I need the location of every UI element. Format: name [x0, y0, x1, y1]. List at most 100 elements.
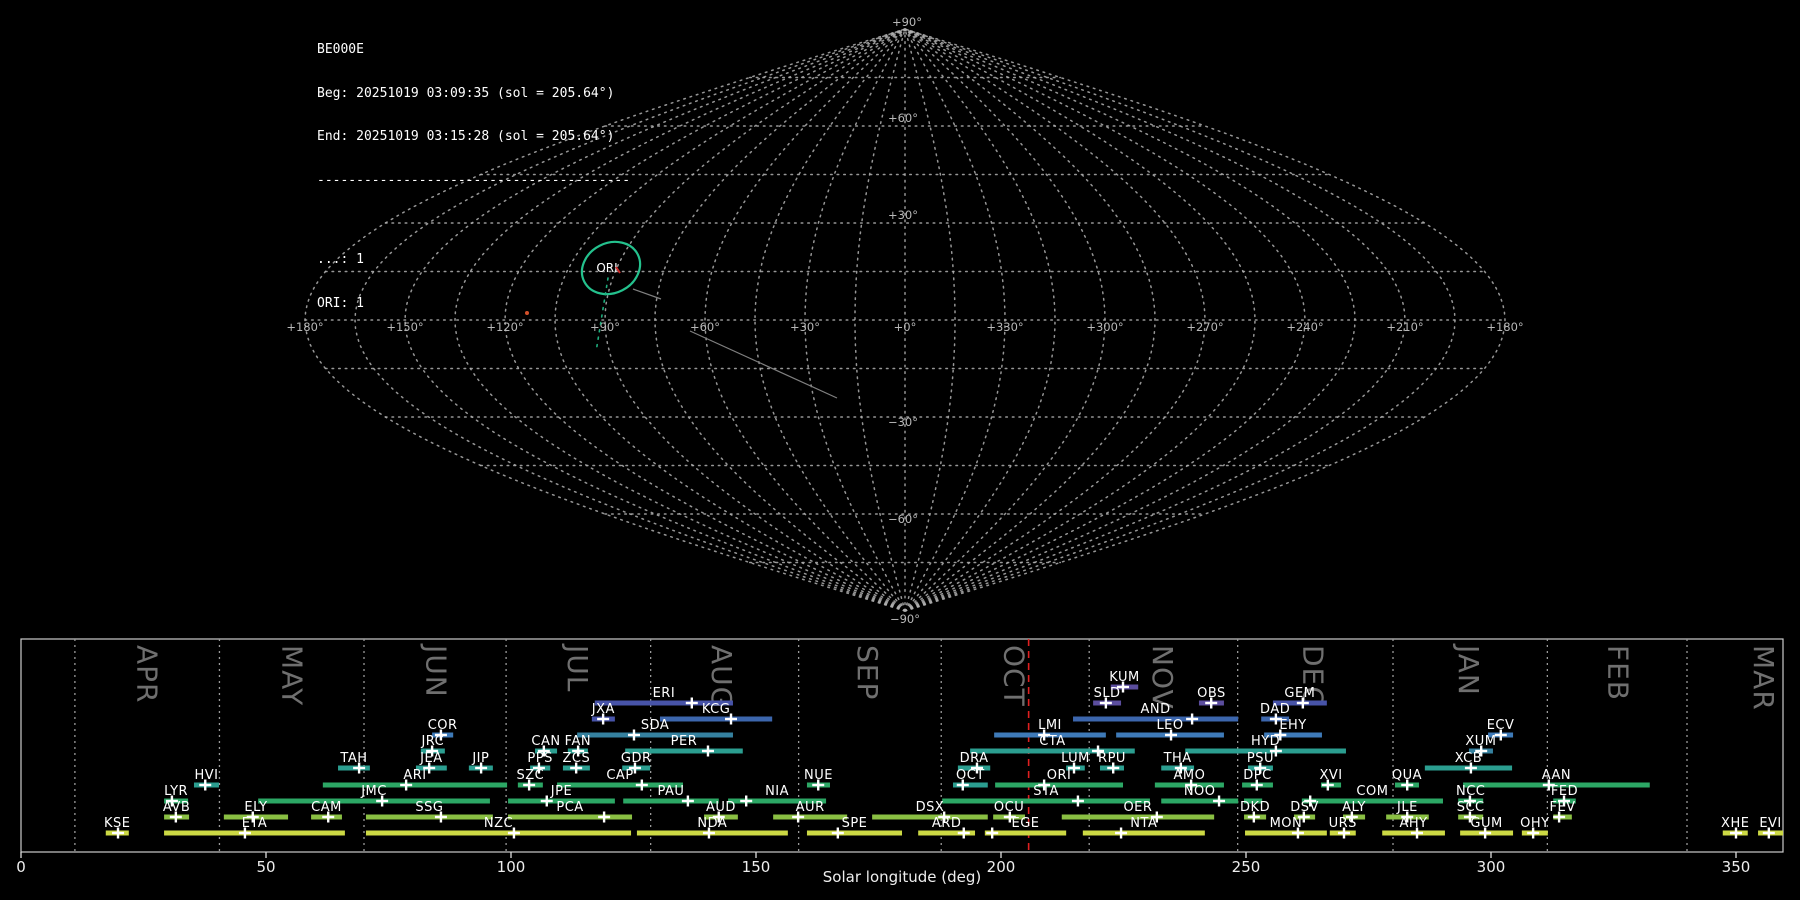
- shower-label-nia: NIA: [765, 784, 789, 799]
- shower-bar-aur: [773, 815, 847, 820]
- shower-label-kum: KUM: [1109, 670, 1139, 685]
- shower-label-pca: PCA: [556, 800, 583, 815]
- month-label-aug: AUG: [705, 645, 738, 709]
- shower-label-sda: SDA: [641, 718, 669, 733]
- shower-label-ohy: OHY: [1520, 816, 1549, 831]
- shower-label-dkd: DKD: [1240, 800, 1270, 815]
- sky-and-timeline-plot: +90°−90°+60°+30°−30°−60°+180°+150°+120°+…: [0, 0, 1800, 900]
- x-tick-label: 150: [742, 858, 771, 876]
- shower-label-szc: SZC: [516, 768, 544, 783]
- shower-label-ege: EGE: [1011, 816, 1039, 831]
- x-tick-label: 50: [256, 858, 275, 876]
- latitude-label: −60°: [888, 512, 918, 526]
- month-label-jul: JUL: [561, 643, 594, 692]
- shower-label-cam: CAM: [311, 800, 342, 815]
- shower-label-lum: LUM: [1061, 751, 1090, 766]
- shower-label-ard: ARD: [932, 816, 961, 831]
- shower-bar-nzc: [366, 831, 631, 836]
- shower-label-aly: ALY: [1342, 800, 1366, 815]
- shower-bar-ari: [323, 783, 507, 788]
- shower-label-pau: PAU: [658, 784, 685, 799]
- shower-bar-ori: [995, 783, 1123, 788]
- shower-label-nzc: NZC: [484, 816, 513, 831]
- shower-label-kcg: KCG: [702, 702, 730, 717]
- shower-label-cor: COR: [428, 718, 458, 733]
- x-tick-label: 350: [1722, 858, 1751, 876]
- shower-label-nta: NTA: [1130, 816, 1157, 831]
- shower-label-tha: THA: [1163, 751, 1192, 766]
- shower-label-spe: SPE: [842, 816, 868, 831]
- shower-label-dra: DRA: [960, 751, 989, 766]
- pole-label-north: +90°: [892, 15, 922, 29]
- longitude-label: +60°: [690, 320, 720, 334]
- shower-label-ely: ELY: [244, 800, 267, 815]
- shower-label-ehy: EHY: [1279, 718, 1306, 733]
- count-sporadic: ...: 1: [317, 253, 630, 268]
- shower-label-jea: JEA: [419, 751, 442, 766]
- shower-bar-mon: [1245, 831, 1327, 836]
- shower-label-aur: AUR: [796, 800, 825, 815]
- shower-label-jpe: JPE: [550, 784, 572, 799]
- shower-label-and: AND: [1141, 702, 1171, 717]
- shower-label-lmi: LMI: [1038, 718, 1062, 733]
- shower-label-aan: AAN: [1542, 768, 1571, 783]
- shower-label-rpu: RPU: [1098, 751, 1126, 766]
- pole-label-south: −90°: [890, 612, 920, 626]
- longitude-label: +180°: [1486, 320, 1523, 334]
- shower-label-com: COM: [1356, 784, 1388, 799]
- shower-label-gum: GUM: [1470, 816, 1502, 831]
- x-axis-title: Solar longitude (deg): [823, 868, 981, 886]
- session-end: End: 20251019 03:15:28 (sol = 205.64°): [317, 130, 630, 145]
- shower-bar-sta: [942, 799, 1150, 804]
- shower-label-xvi: XVI: [1319, 768, 1342, 783]
- shower-label-amo: AMO: [1173, 768, 1205, 783]
- shower-label-pps: PPS: [527, 751, 552, 766]
- x-tick-label: 100: [497, 858, 526, 876]
- latitude-label: +30°: [888, 208, 918, 222]
- shower-label-urs: URS: [1329, 816, 1357, 831]
- shower-label-can: CAN: [531, 734, 560, 749]
- longitude-label: +0°: [894, 320, 917, 334]
- month-label-oct: OCT: [998, 645, 1031, 707]
- shower-label-hvi: HVI: [194, 768, 218, 783]
- shower-bar-eta: [164, 831, 345, 836]
- shower-label-fev: FEV: [1549, 800, 1575, 815]
- shower-label-lyr: LYR: [164, 784, 188, 799]
- x-tick-label: 200: [987, 858, 1016, 876]
- shower-label-gem: GEM: [1284, 686, 1315, 701]
- shower-label-oct: OCT: [956, 768, 985, 783]
- month-label-mar: MAR: [1747, 645, 1780, 711]
- x-tick-label: 300: [1477, 858, 1506, 876]
- meteor-path-segment: [690, 331, 837, 398]
- shower-bar-nta: [1083, 831, 1205, 836]
- shower-bar-sda: [577, 733, 733, 738]
- longitude-label: +300°: [1086, 320, 1123, 334]
- shower-bar-noo: [1161, 799, 1238, 804]
- shower-bar-ssg: [366, 815, 493, 820]
- month-label-sep: SEP: [851, 645, 884, 700]
- shower-label-dsx: DSX: [916, 800, 945, 815]
- session-begin: Beg: 20251019 03:09:35 (sol = 205.64°): [317, 87, 630, 102]
- shower-label-oer: OER: [1123, 800, 1152, 815]
- shower-label-ssg: SSG: [415, 800, 443, 815]
- shower-label-sld: SLD: [1094, 686, 1121, 701]
- shower-label-ahy: AHY: [1400, 816, 1428, 831]
- month-label-apr: APR: [130, 645, 163, 704]
- shower-label-gdr: GDR: [621, 751, 652, 766]
- longitude-label: +270°: [1186, 320, 1223, 334]
- shower-label-cta: CTA: [1039, 734, 1065, 749]
- shower-label-noo: NOO: [1184, 784, 1216, 799]
- month-label-may: MAY: [275, 645, 308, 706]
- x-tick-label: 250: [1232, 858, 1261, 876]
- shower-bar-pca: [508, 815, 632, 820]
- info-separator: ----------------------------------------: [317, 174, 630, 189]
- session-info-block: BE000E Beg: 20251019 03:09:35 (sol = 205…: [317, 14, 630, 340]
- x-tick-label: 0: [16, 858, 26, 876]
- shower-bar-pau: [623, 799, 719, 804]
- shower-activity-bars: KUMERISLDOBSGEMJXAKCGANDDADCORSDALMILEOE…: [104, 670, 1783, 839]
- month-label-feb: FEB: [1601, 645, 1634, 701]
- shower-bar-com: [1302, 799, 1443, 804]
- month-label-nov: NOV: [1146, 645, 1179, 710]
- shower-bar-spe: [807, 831, 902, 836]
- shower-label-eri: ERI: [653, 686, 676, 701]
